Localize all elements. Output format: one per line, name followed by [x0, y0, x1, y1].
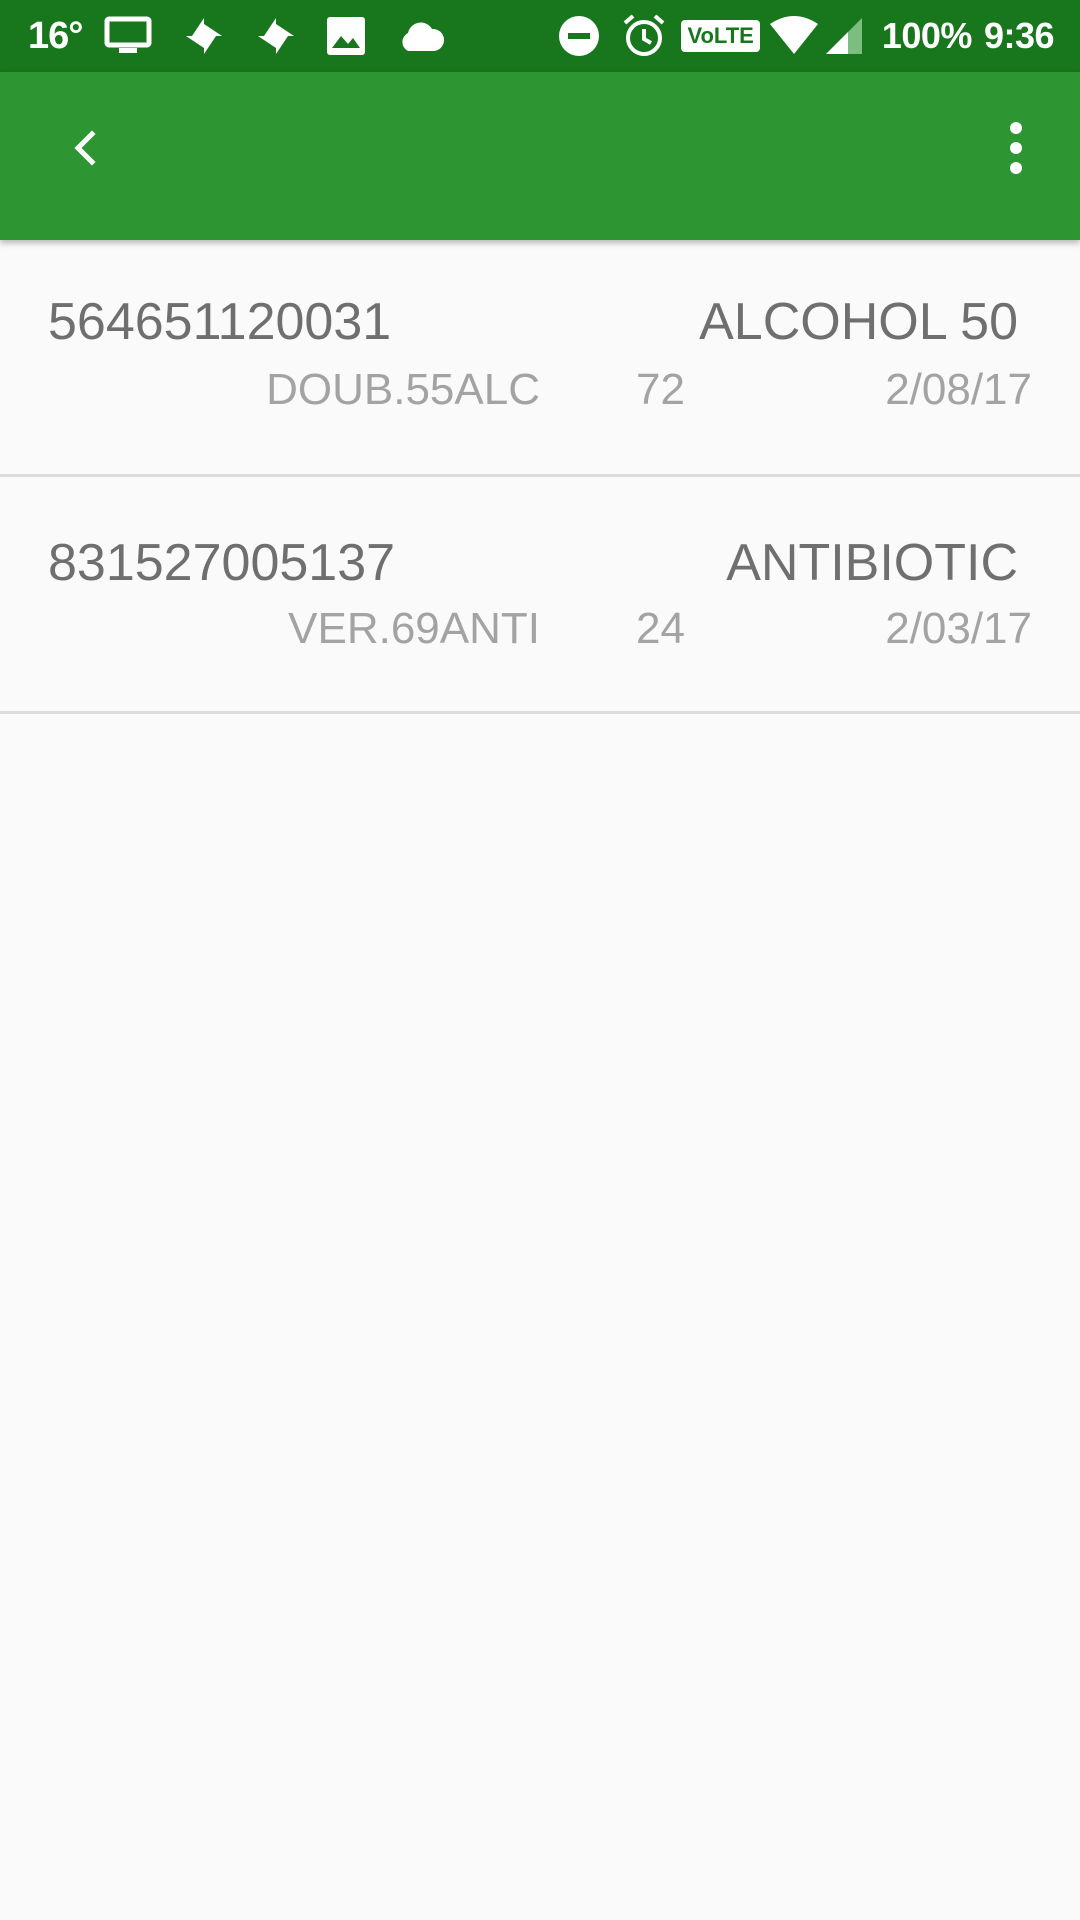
do-not-disturb-icon [557, 14, 601, 58]
status-bar: 16° VoLTE 100% 9:36 [0, 0, 1080, 72]
item-ref: VER.69ANTI [288, 604, 540, 653]
status-bar-left: 16° [28, 0, 446, 72]
pinwheel-icon [182, 14, 226, 58]
item-ref: DOUB.55ALC [266, 365, 540, 414]
status-bar-right: VoLTE 100% 9:36 [557, 0, 1055, 72]
temperature-text: 16° [28, 14, 83, 57]
item-code: 564651120031 [48, 293, 392, 351]
more-vert-icon [1008, 121, 1024, 179]
item-date: 2/08/17 [885, 365, 1032, 414]
cloud-icon [396, 19, 446, 53]
back-button[interactable] [50, 112, 118, 188]
item-name: ALCOHOL 50 [699, 293, 1018, 351]
chevron-left-icon [68, 128, 100, 173]
app-bar [0, 72, 1080, 240]
list-item[interactable]: 564651120031 ALCOHOL 50 DOUB.55ALC 72 2/… [0, 240, 1080, 477]
volte-label: VoLTE [681, 19, 760, 53]
pinwheel-icon [254, 14, 298, 58]
overflow-menu-button[interactable] [986, 112, 1046, 188]
wifi-icon [768, 14, 820, 58]
list-item[interactable]: 831527005137 ANTIBIOTIC VER.69ANTI 24 2/… [0, 477, 1080, 714]
image-icon [326, 16, 366, 56]
clock-time: 9:36 [983, 15, 1055, 56]
volte-icon: VoLTE [681, 19, 760, 53]
alarm-icon [621, 13, 667, 59]
item-name: ANTIBIOTIC [726, 534, 1018, 592]
item-qty: 72 [636, 365, 685, 414]
battery-percent: 100% [881, 15, 973, 56]
signal-icon [824, 16, 864, 56]
product-list: 564651120031 ALCOHOL 50 DOUB.55ALC 72 2/… [0, 240, 1080, 714]
tv-icon [104, 16, 152, 56]
item-qty: 24 [636, 604, 685, 653]
item-date: 2/03/17 [885, 604, 1032, 653]
item-code: 831527005137 [48, 534, 396, 592]
